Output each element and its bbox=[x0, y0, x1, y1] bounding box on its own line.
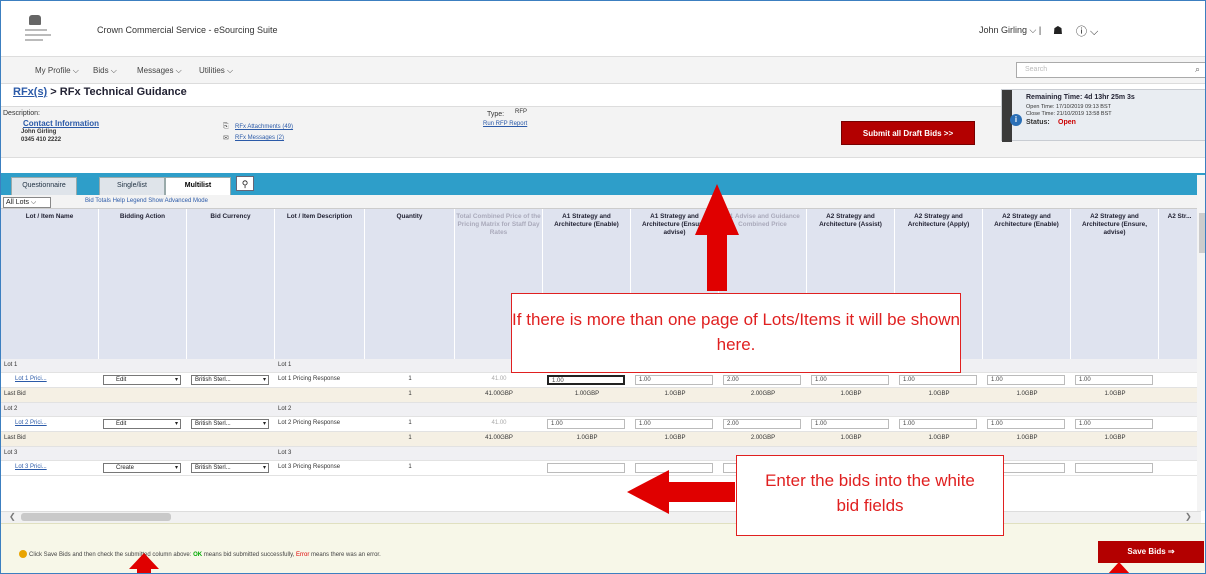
annotation-arrows bbox=[129, 184, 1130, 573]
arrow-up-save bbox=[1108, 562, 1130, 573]
screenshot-frame: Crown Commercial Service - eSourcing Sui… bbox=[0, 0, 1206, 574]
callout-bid-fields: Enter the bids into the white bid fields bbox=[736, 455, 1004, 536]
arrow-left-bid-fields bbox=[627, 470, 735, 514]
arrow-up-create bbox=[129, 553, 159, 573]
arrow-up-pagination bbox=[695, 184, 739, 291]
callout-pagination: If there is more than one page of Lots/I… bbox=[511, 293, 961, 373]
